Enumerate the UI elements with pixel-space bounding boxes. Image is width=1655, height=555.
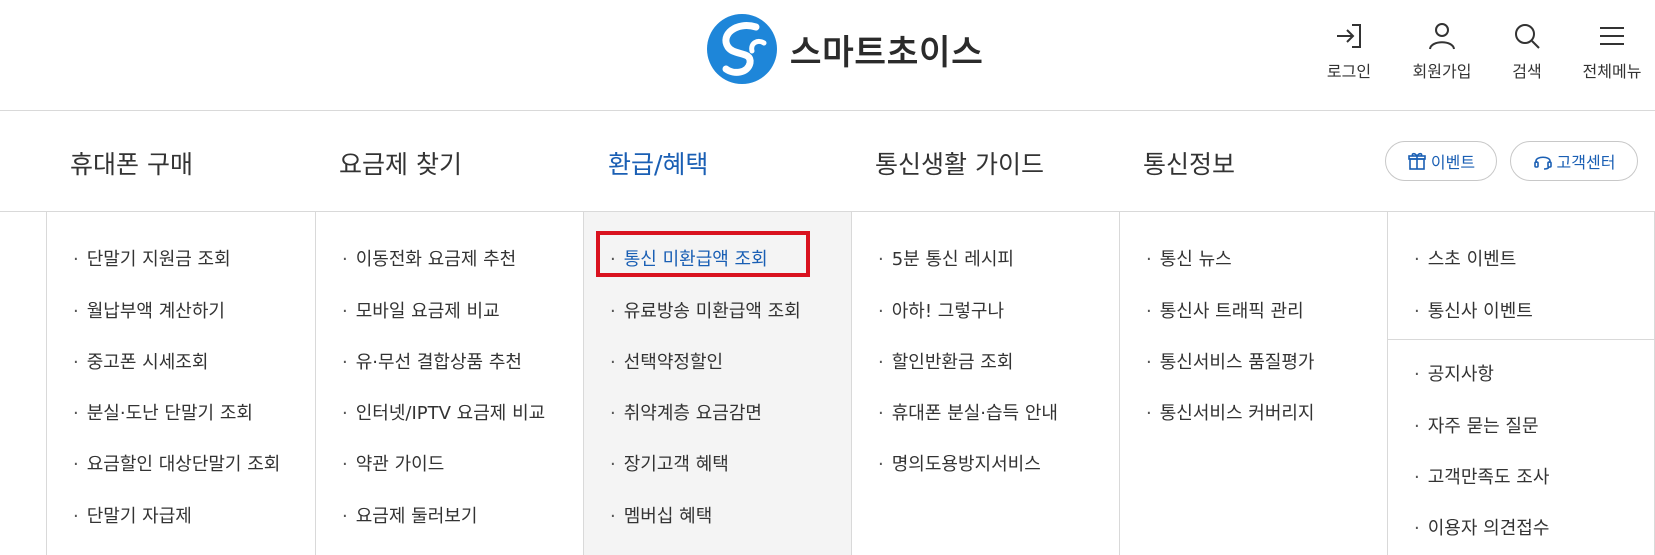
menu-item[interactable]: 선택약정할인 [610,348,723,374]
menu-item[interactable]: 장기고객 혜택 [610,450,729,476]
event-button[interactable]: 이벤트 [1385,141,1497,181]
menu-column-phone: 단말기 지원금 조회 월납부액 계산하기 중고폰 시세조회 분실·도난 단말기 … [46,212,315,555]
smartchoice-logo-icon [707,14,777,84]
nav-refund-benefits[interactable]: 환급/혜택 [608,145,708,181]
nav-telecom-guide[interactable]: 통신생활 가이드 [875,145,1044,181]
login-icon [1337,24,1361,48]
menu-item[interactable]: 요금제 둘러보기 [342,502,478,528]
menu-item[interactable]: 유료방송 미환급액 조회 [610,297,801,323]
menu-item-unrefunded-telecom[interactable]: 통신 미환급액 조회 [610,245,768,271]
menu-item[interactable]: 스초 이벤트 [1414,245,1517,271]
user-icon [1429,23,1455,50]
menu-icon [1600,27,1624,45]
menu-item[interactable]: 자주 묻는 질문 [1414,412,1539,438]
menu-item[interactable]: 이동전화 요금제 추천 [342,245,516,271]
logo-text: 스마트초이스 [790,32,984,73]
mega-menu: 단말기 지원금 조회 월납부액 계산하기 중고폰 시세조회 분실·도난 단말기 … [0,212,1655,555]
menu-column-refund: 통신 미환급액 조회 유료방송 미환급액 조회 선택약정할인 취약계층 요금감면… [583,212,851,555]
menu-item[interactable]: 멤버십 혜택 [610,502,713,528]
event-label: 이벤트 [1430,153,1476,172]
menu-item[interactable]: 유·무선 결합상품 추천 [342,348,522,374]
site-header: 스마트초이스 로그인 회원가입 검색 전체메뉴 [0,0,1655,111]
menu-item[interactable]: 통신사 트래픽 관리 [1146,297,1304,323]
menu-item[interactable]: 월납부액 계산하기 [73,297,225,323]
all-menu-button[interactable]: 전체메뉴 [1567,20,1655,82]
nav-plan-search[interactable]: 요금제 찾기 [339,145,462,181]
login-button[interactable]: 로그인 [1304,20,1394,82]
menu-item[interactable]: 이용자 의견접수 [1414,514,1550,540]
menu-item[interactable]: 통신사 이벤트 [1414,297,1533,323]
menu-item[interactable]: 분실·도난 단말기 조회 [73,399,253,425]
search-icon [1515,24,1540,49]
menu-item[interactable]: 5분 통신 레시피 [878,245,1014,271]
menu-column-info: 통신 뉴스 통신사 트래픽 관리 통신서비스 품질평가 통신서비스 커버리지 [1119,212,1387,555]
menu-item[interactable]: 할인반환금 조회 [878,348,1014,374]
menu-column-plans: 이동전화 요금제 추천 모바일 요금제 비교 유·무선 결합상품 추천 인터넷/… [315,212,583,555]
customer-center-label: 고객센터 [1556,153,1616,172]
gift-icon [1408,152,1426,170]
all-menu-label: 전체메뉴 [1582,62,1642,81]
menu-item[interactable]: 단말기 지원금 조회 [73,245,231,271]
headset-icon [1533,156,1552,170]
menu-item[interactable]: 단말기 자급제 [73,502,192,528]
menu-item[interactable]: 공지사항 [1414,360,1494,386]
search-label: 검색 [1512,62,1542,81]
nav-telecom-info[interactable]: 통신정보 [1143,145,1235,181]
menu-column-events: 스초 이벤트 통신사 이벤트 공지사항 자주 묻는 질문 고객만족도 조사 이용… [1387,212,1655,555]
menu-item[interactable]: 고객만족도 조사 [1414,463,1550,489]
nav-phone-purchase[interactable]: 휴대폰 구매 [70,145,193,181]
login-label: 로그인 [1326,62,1372,81]
menu-item[interactable]: 통신 뉴스 [1146,245,1232,271]
menu-column-guide: 5분 통신 레시피 아하! 그렇구나 할인반환금 조회 휴대폰 분실·습득 안내… [851,212,1119,555]
menu-item[interactable]: 통신서비스 커버리지 [1146,399,1315,425]
menu-item[interactable]: 중고폰 시세조회 [73,348,209,374]
site-logo[interactable]: 스마트초이스 [706,13,984,85]
menu-item[interactable]: 취약계층 요금감면 [610,399,762,425]
menu-item[interactable]: 휴대폰 분실·습득 안내 [878,399,1058,425]
menu-item[interactable]: 명의도용방지서비스 [878,450,1041,476]
customer-center-button[interactable]: 고객센터 [1510,141,1638,181]
column-divider [1388,339,1655,340]
menu-item[interactable]: 요금할인 대상단말기 조회 [73,450,281,476]
menu-item[interactable]: 인터넷/IPTV 요금제 비교 [342,399,545,425]
main-nav: 휴대폰 구매 요금제 찾기 환급/혜택 통신생활 가이드 통신정보 이벤트 고객… [0,111,1655,212]
signup-button[interactable]: 회원가입 [1397,20,1487,82]
signup-label: 회원가입 [1412,62,1472,81]
menu-item[interactable]: 통신서비스 품질평가 [1146,348,1315,374]
menu-item[interactable]: 아하! 그렇구나 [878,297,1004,323]
menu-item[interactable]: 모바일 요금제 비교 [342,297,500,323]
search-button[interactable]: 검색 [1482,20,1572,82]
menu-item[interactable]: 약관 가이드 [342,450,445,476]
